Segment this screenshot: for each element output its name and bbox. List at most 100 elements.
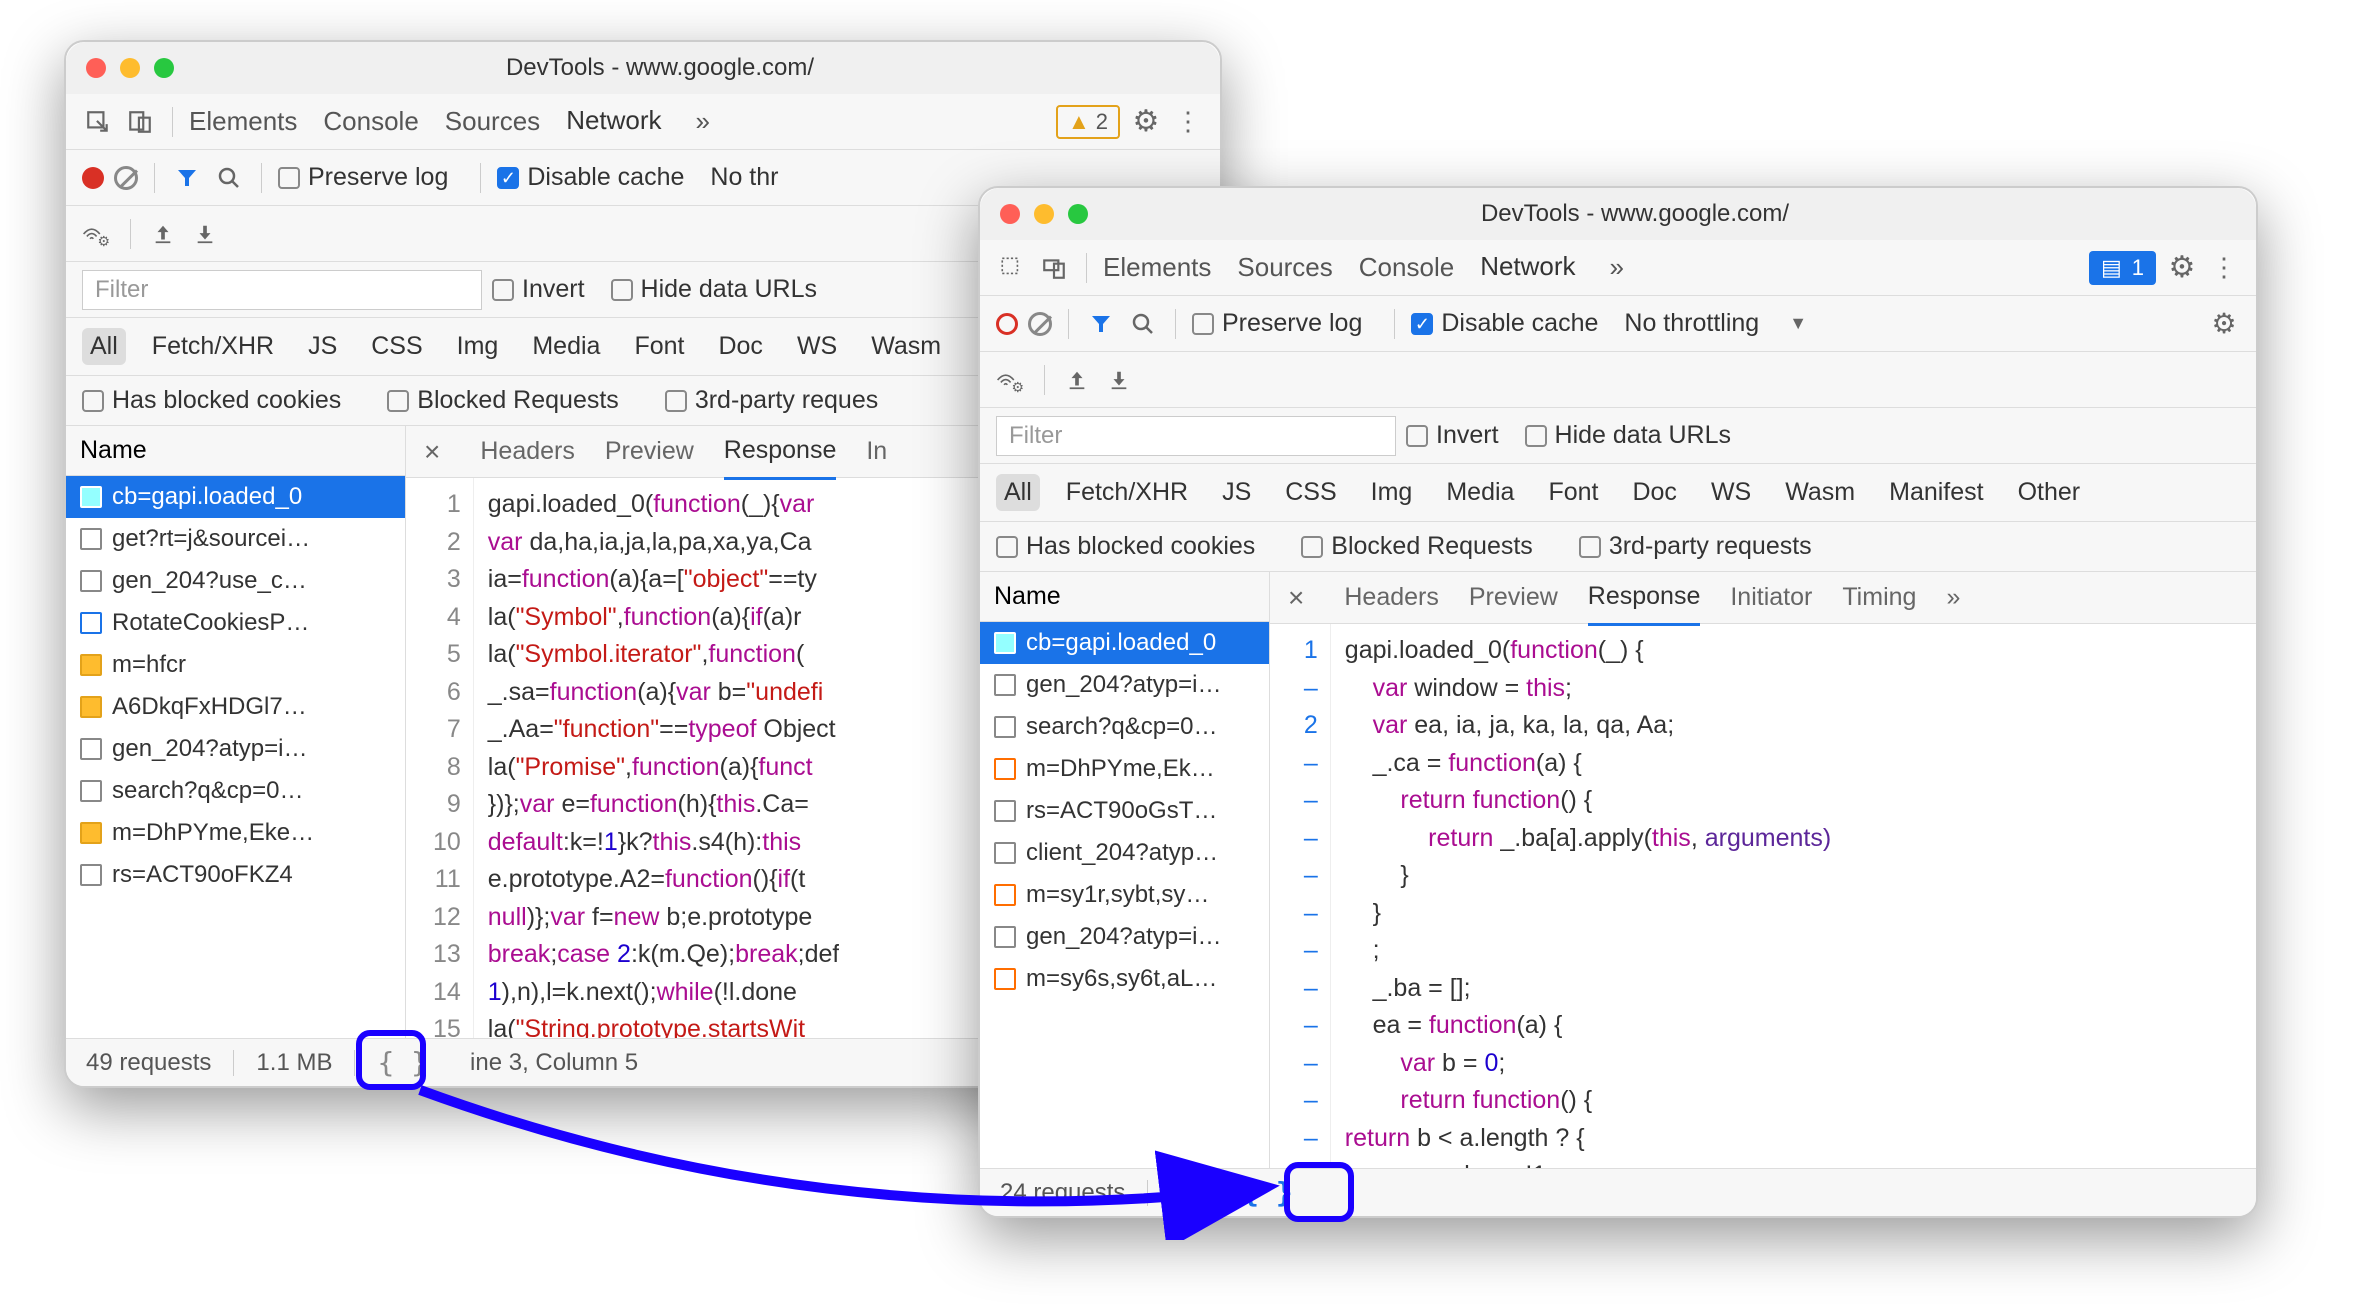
type-js[interactable]: JS [1214,474,1259,511]
request-row[interactable]: gen_204?atyp=i… [66,728,405,770]
inspect-icon[interactable] [82,106,114,138]
filter-icon[interactable] [1085,308,1117,340]
network-conditions-icon[interactable]: ⚙ [996,364,1028,396]
type-css[interactable]: CSS [1277,474,1344,511]
has-blocked-cookies-option[interactable]: Has blocked cookies [82,386,341,415]
request-row[interactable]: rs=ACT90oFKZ4 [66,854,405,896]
close-icon[interactable]: × [1288,582,1304,614]
tab-network[interactable]: Network [566,91,661,153]
tab-elements[interactable]: Elements [1103,238,1211,297]
type-wasm[interactable]: Wasm [863,328,949,365]
network-conditions-icon[interactable]: ⚙ [82,218,114,250]
request-row[interactable]: A6DkqFxHDGl7… [66,686,405,728]
download-icon[interactable] [1103,364,1135,396]
type-ws[interactable]: WS [1703,474,1759,511]
name-column-header[interactable]: Name [66,426,405,476]
request-row[interactable]: m=sy1r,sybt,sy… [980,874,1269,916]
type-manifest[interactable]: Manifest [1881,474,1991,511]
request-row[interactable]: search?q&cp=0… [66,770,405,812]
gear-icon[interactable]: ⚙ [2166,252,2198,284]
request-row[interactable]: RotateCookiesP… [66,602,405,644]
clear-icon[interactable] [114,166,138,190]
preserve-log-option[interactable]: Preserve log [278,163,448,192]
request-row[interactable]: m=sy6s,sy6t,aL… [980,958,1269,1000]
code-area-2[interactable]: 1 – 2 – – – – – – – – – – – – – gapi.loa… [1270,624,2256,1168]
inspect-icon[interactable] [996,252,1028,284]
record-icon[interactable] [996,313,1018,335]
chevron-down-icon[interactable]: ▼ [1789,313,1807,334]
kebab-menu-icon[interactable]: ⋮ [1172,106,1204,138]
close-window-icon[interactable] [1000,204,1020,224]
hide-data-urls-option[interactable]: Hide data URLs [1525,421,1731,450]
type-wasm[interactable]: Wasm [1777,474,1863,511]
disable-cache-option[interactable]: ✓Disable cache [497,163,684,192]
type-ws[interactable]: WS [789,328,845,365]
preserve-log-option[interactable]: Preserve log [1192,309,1362,338]
request-row[interactable]: search?q&cp=0… [980,706,1269,748]
search-icon[interactable] [213,162,245,194]
request-row[interactable]: m=DhPYme,Ek… [980,748,1269,790]
dtab-response[interactable]: Response [1588,572,1701,626]
dtab-headers[interactable]: Headers [1344,572,1439,624]
upload-icon[interactable] [1061,364,1093,396]
filter-input[interactable]: Filter [82,270,482,310]
close-icon[interactable]: × [424,436,440,468]
device-icon[interactable] [124,106,156,138]
dtab-headers[interactable]: Headers [480,426,575,478]
filter-input[interactable]: Filter [996,416,1396,456]
upload-icon[interactable] [147,218,179,250]
zoom-window-icon[interactable] [154,58,174,78]
request-row[interactable]: rs=ACT90oGsT… [980,790,1269,832]
dtab-preview[interactable]: Preview [1469,572,1558,624]
type-all[interactable]: All [996,474,1040,511]
request-row[interactable]: client_204?atyp… [980,832,1269,874]
type-other[interactable]: Other [2010,474,2089,511]
dtab-response[interactable]: Response [724,426,837,480]
more-tabs-icon[interactable]: » [1602,252,1632,283]
type-media[interactable]: Media [524,328,608,365]
minimize-window-icon[interactable] [120,58,140,78]
type-css[interactable]: CSS [363,328,430,365]
invert-option[interactable]: Invert [1406,421,1499,450]
type-font[interactable]: Font [1540,474,1606,511]
tab-sources[interactable]: Sources [445,92,540,151]
download-icon[interactable] [189,218,221,250]
dtab-preview[interactable]: Preview [605,426,694,478]
request-row[interactable]: cb=gapi.loaded_0 [66,476,405,518]
type-img[interactable]: Img [449,328,507,365]
zoom-window-icon[interactable] [1068,204,1088,224]
disable-cache-option[interactable]: ✓Disable cache [1411,309,1598,338]
gear-icon[interactable]: ⚙ [2208,308,2240,340]
messages-badge[interactable]: ▤1 [2089,251,2156,285]
type-media[interactable]: Media [1438,474,1522,511]
type-doc[interactable]: Doc [710,328,770,365]
record-icon[interactable] [82,167,104,189]
request-row[interactable]: get?rt=j&sourcei… [66,518,405,560]
type-doc[interactable]: Doc [1624,474,1684,511]
filter-icon[interactable] [171,162,203,194]
throttling-select[interactable]: No thr [710,163,778,192]
name-column-header[interactable]: Name [980,572,1269,622]
has-blocked-cookies-option[interactable]: Has blocked cookies [996,532,1255,561]
type-all[interactable]: All [82,328,126,365]
type-fetchxhr[interactable]: Fetch/XHR [1058,474,1196,511]
dtab-timing[interactable]: Timing [1842,572,1916,624]
type-font[interactable]: Font [626,328,692,365]
hide-data-urls-option[interactable]: Hide data URLs [611,275,817,304]
dtab-initiator-truncated[interactable]: In [866,426,887,478]
tab-console[interactable]: Console [1359,238,1454,297]
dtab-initiator[interactable]: Initiator [1730,572,1812,624]
more-detail-tabs[interactable]: » [1946,572,1960,624]
close-window-icon[interactable] [86,58,106,78]
warnings-badge[interactable]: ▲2 [1056,105,1120,139]
request-row[interactable]: m=hfcr [66,644,405,686]
third-party-option[interactable]: 3rd-party reques [665,386,878,415]
pretty-print-button-2[interactable]: { } [1242,1176,1293,1209]
blocked-requests-option[interactable]: Blocked Requests [387,386,619,415]
request-row[interactable]: gen_204?atyp=i… [980,916,1269,958]
third-party-option[interactable]: 3rd-party requests [1579,532,1812,561]
kebab-menu-icon[interactable]: ⋮ [2208,252,2240,284]
request-row[interactable]: cb=gapi.loaded_0 [980,622,1269,664]
request-row[interactable]: gen_204?atyp=i… [980,664,1269,706]
clear-icon[interactable] [1028,312,1052,336]
